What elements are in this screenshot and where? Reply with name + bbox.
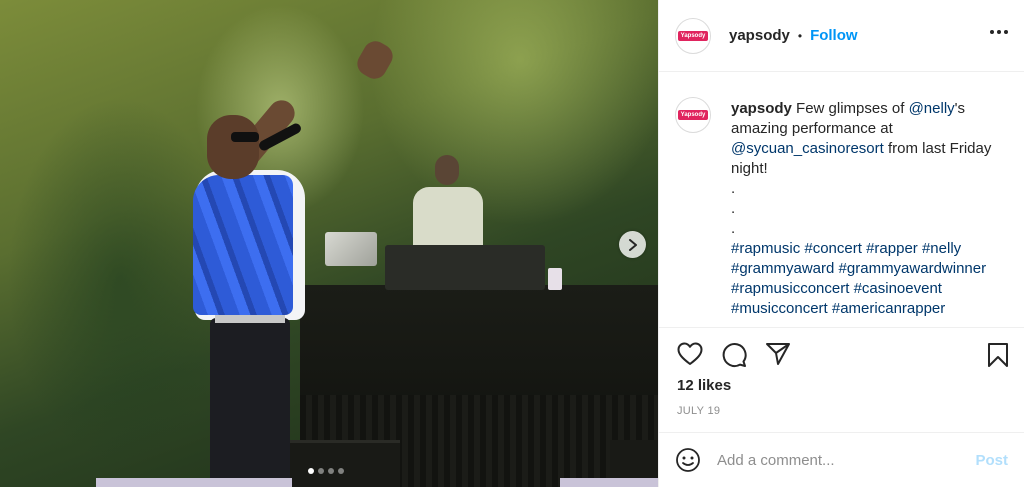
comment-bar: Post [659, 432, 1024, 487]
likes-count[interactable]: 12 likes [677, 377, 731, 394]
heart-icon [677, 342, 703, 365]
hashtag-link[interactable]: #musicconcert [731, 300, 828, 317]
post-header: Yapsody yapsody • Follow [659, 0, 1024, 72]
post-date[interactable]: JULY 19 [677, 405, 720, 417]
carousel-dot [328, 468, 334, 474]
bookmark-icon [988, 343, 1008, 367]
performer-figure [185, 36, 405, 487]
caption-area: Yapsody yapsody Few glimpses of @nelly's… [659, 72, 1024, 328]
mention-link[interactable]: @nelly [909, 100, 955, 117]
caption-text: Few glimpses of [796, 100, 909, 117]
hashtag-list: #rapmusic #concert #rapper #nelly #gramm… [731, 239, 1006, 319]
hashtag-link[interactable]: #casinoevent [854, 280, 942, 297]
next-photo-button[interactable] [619, 231, 646, 258]
hashtag-link[interactable]: #nelly [922, 240, 961, 257]
cup [548, 268, 562, 290]
avatar[interactable]: Yapsody [675, 97, 711, 133]
carousel-dot [338, 468, 344, 474]
send-icon [766, 343, 790, 365]
hashtag-link[interactable]: #grammyawardwinner [839, 260, 987, 277]
action-bar [659, 338, 1024, 370]
username-link[interactable]: yapsody [729, 27, 790, 44]
yapsody-logo: Yapsody [678, 110, 708, 120]
hashtag-link[interactable]: #concert [804, 240, 862, 257]
post-comment-button[interactable]: Post [975, 452, 1008, 469]
caption-username[interactable]: yapsody [731, 100, 792, 117]
hashtag-link[interactable]: #rapmusic [731, 240, 800, 257]
comment-input[interactable] [717, 451, 976, 469]
avatar[interactable]: Yapsody [675, 17, 711, 54]
caption-dot: . [731, 220, 736, 237]
follow-button[interactable]: Follow [810, 27, 858, 44]
carousel-dot [308, 468, 314, 474]
carousel-indicator [308, 468, 344, 474]
emoji-button[interactable] [675, 447, 701, 473]
comment-button[interactable] [721, 342, 747, 373]
stage-speaker [290, 440, 400, 487]
hashtag-link[interactable]: #rapmusicconcert [731, 280, 849, 297]
comment-icon [722, 343, 747, 367]
post-side-panel: Yapsody yapsody • Follow Yapsody yapsody… [658, 0, 1024, 487]
separator-dot: • [797, 28, 803, 43]
smiley-icon [676, 448, 700, 472]
like-button[interactable] [677, 342, 703, 371]
share-button[interactable] [765, 342, 791, 371]
post-photo [0, 0, 658, 487]
hashtag-link[interactable]: #grammyaward [731, 260, 834, 277]
hashtag-link[interactable]: #americanrapper [832, 300, 945, 317]
mention-link[interactable]: @sycuan_casinoresort [731, 140, 884, 157]
chevron-right-icon [628, 238, 637, 251]
carousel-dot [318, 468, 324, 474]
post-caption: yapsody Few glimpses of @nelly's amazing… [731, 99, 1006, 327]
save-button[interactable] [987, 342, 1009, 373]
caption-dot: . [731, 200, 736, 217]
floor-light [560, 478, 658, 487]
caption-dot: . [731, 180, 736, 197]
more-icon [990, 30, 994, 34]
yapsody-logo: Yapsody [678, 30, 708, 41]
more-options-button[interactable] [990, 26, 1008, 38]
floor-light [96, 478, 292, 487]
dj-equipment [385, 245, 545, 290]
hashtag-link[interactable]: #rapper [866, 240, 918, 257]
